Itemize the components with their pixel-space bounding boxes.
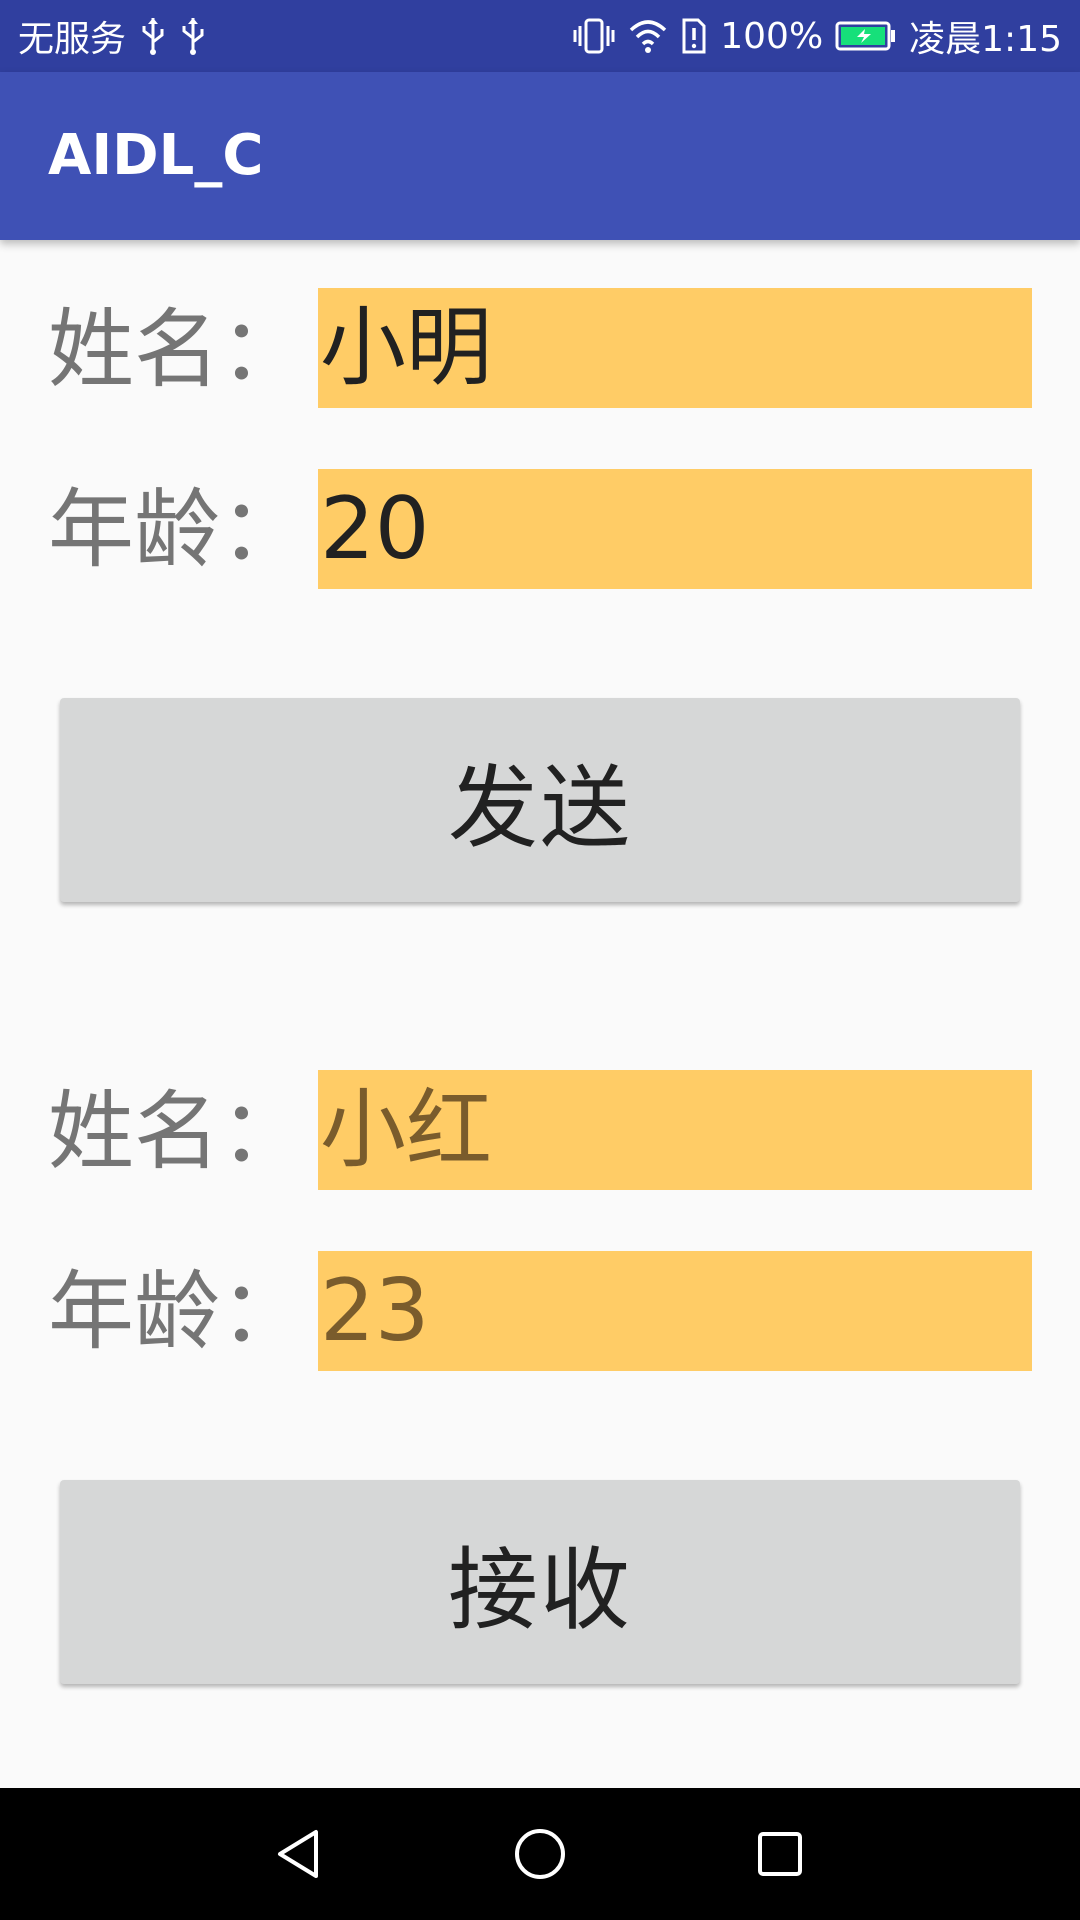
receive-age-output[interactable]: 23 (318, 1251, 1032, 1371)
status-bar: 无服务 100% 凌晨1:15 (0, 0, 1080, 72)
app-title: AIDL_C (48, 123, 264, 188)
back-icon (278, 1830, 318, 1878)
usb-icon (140, 16, 166, 56)
status-left: 无服务 (18, 10, 206, 62)
back-button[interactable] (260, 1814, 340, 1894)
receive-name-output[interactable]: 小红 (318, 1070, 1032, 1190)
carrier-text: 无服务 (18, 19, 127, 60)
home-button[interactable] (500, 1814, 580, 1894)
receive-button[interactable]: 接收 (60, 1480, 1020, 1684)
battery-charging-icon (835, 21, 897, 51)
battery-percent-text: 100% (720, 15, 824, 57)
receive-button-label: 接收 (448, 1538, 632, 1643)
app-bar: AIDL_C (0, 72, 1080, 240)
navigation-bar (0, 1788, 1080, 1920)
home-icon (515, 1829, 565, 1879)
recents-icon (758, 1832, 802, 1876)
wifi-icon (628, 18, 668, 54)
send-age-input[interactable]: 20 (318, 469, 1032, 589)
clock-text: 凌晨1:15 (909, 19, 1062, 60)
send-name-label: 姓名： (48, 300, 306, 400)
send-button[interactable]: 发送 (60, 698, 1020, 902)
receive-age-label: 年龄： (48, 1262, 306, 1362)
receive-name-label: 姓名： (48, 1082, 306, 1182)
screen: 无服务 100% 凌晨1:15 AIDL_C 姓名： 小明 年龄： 20 发送 … (0, 0, 1080, 1920)
vibrate-icon (572, 16, 616, 56)
alert-icon (680, 16, 708, 56)
usb-icon (180, 16, 206, 56)
recents-button[interactable] (740, 1814, 820, 1894)
send-name-input[interactable]: 小明 (318, 288, 1032, 408)
status-right: 100% 凌晨1:15 (572, 10, 1062, 62)
send-age-label: 年龄： (48, 480, 306, 580)
send-button-label: 发送 (448, 756, 632, 861)
